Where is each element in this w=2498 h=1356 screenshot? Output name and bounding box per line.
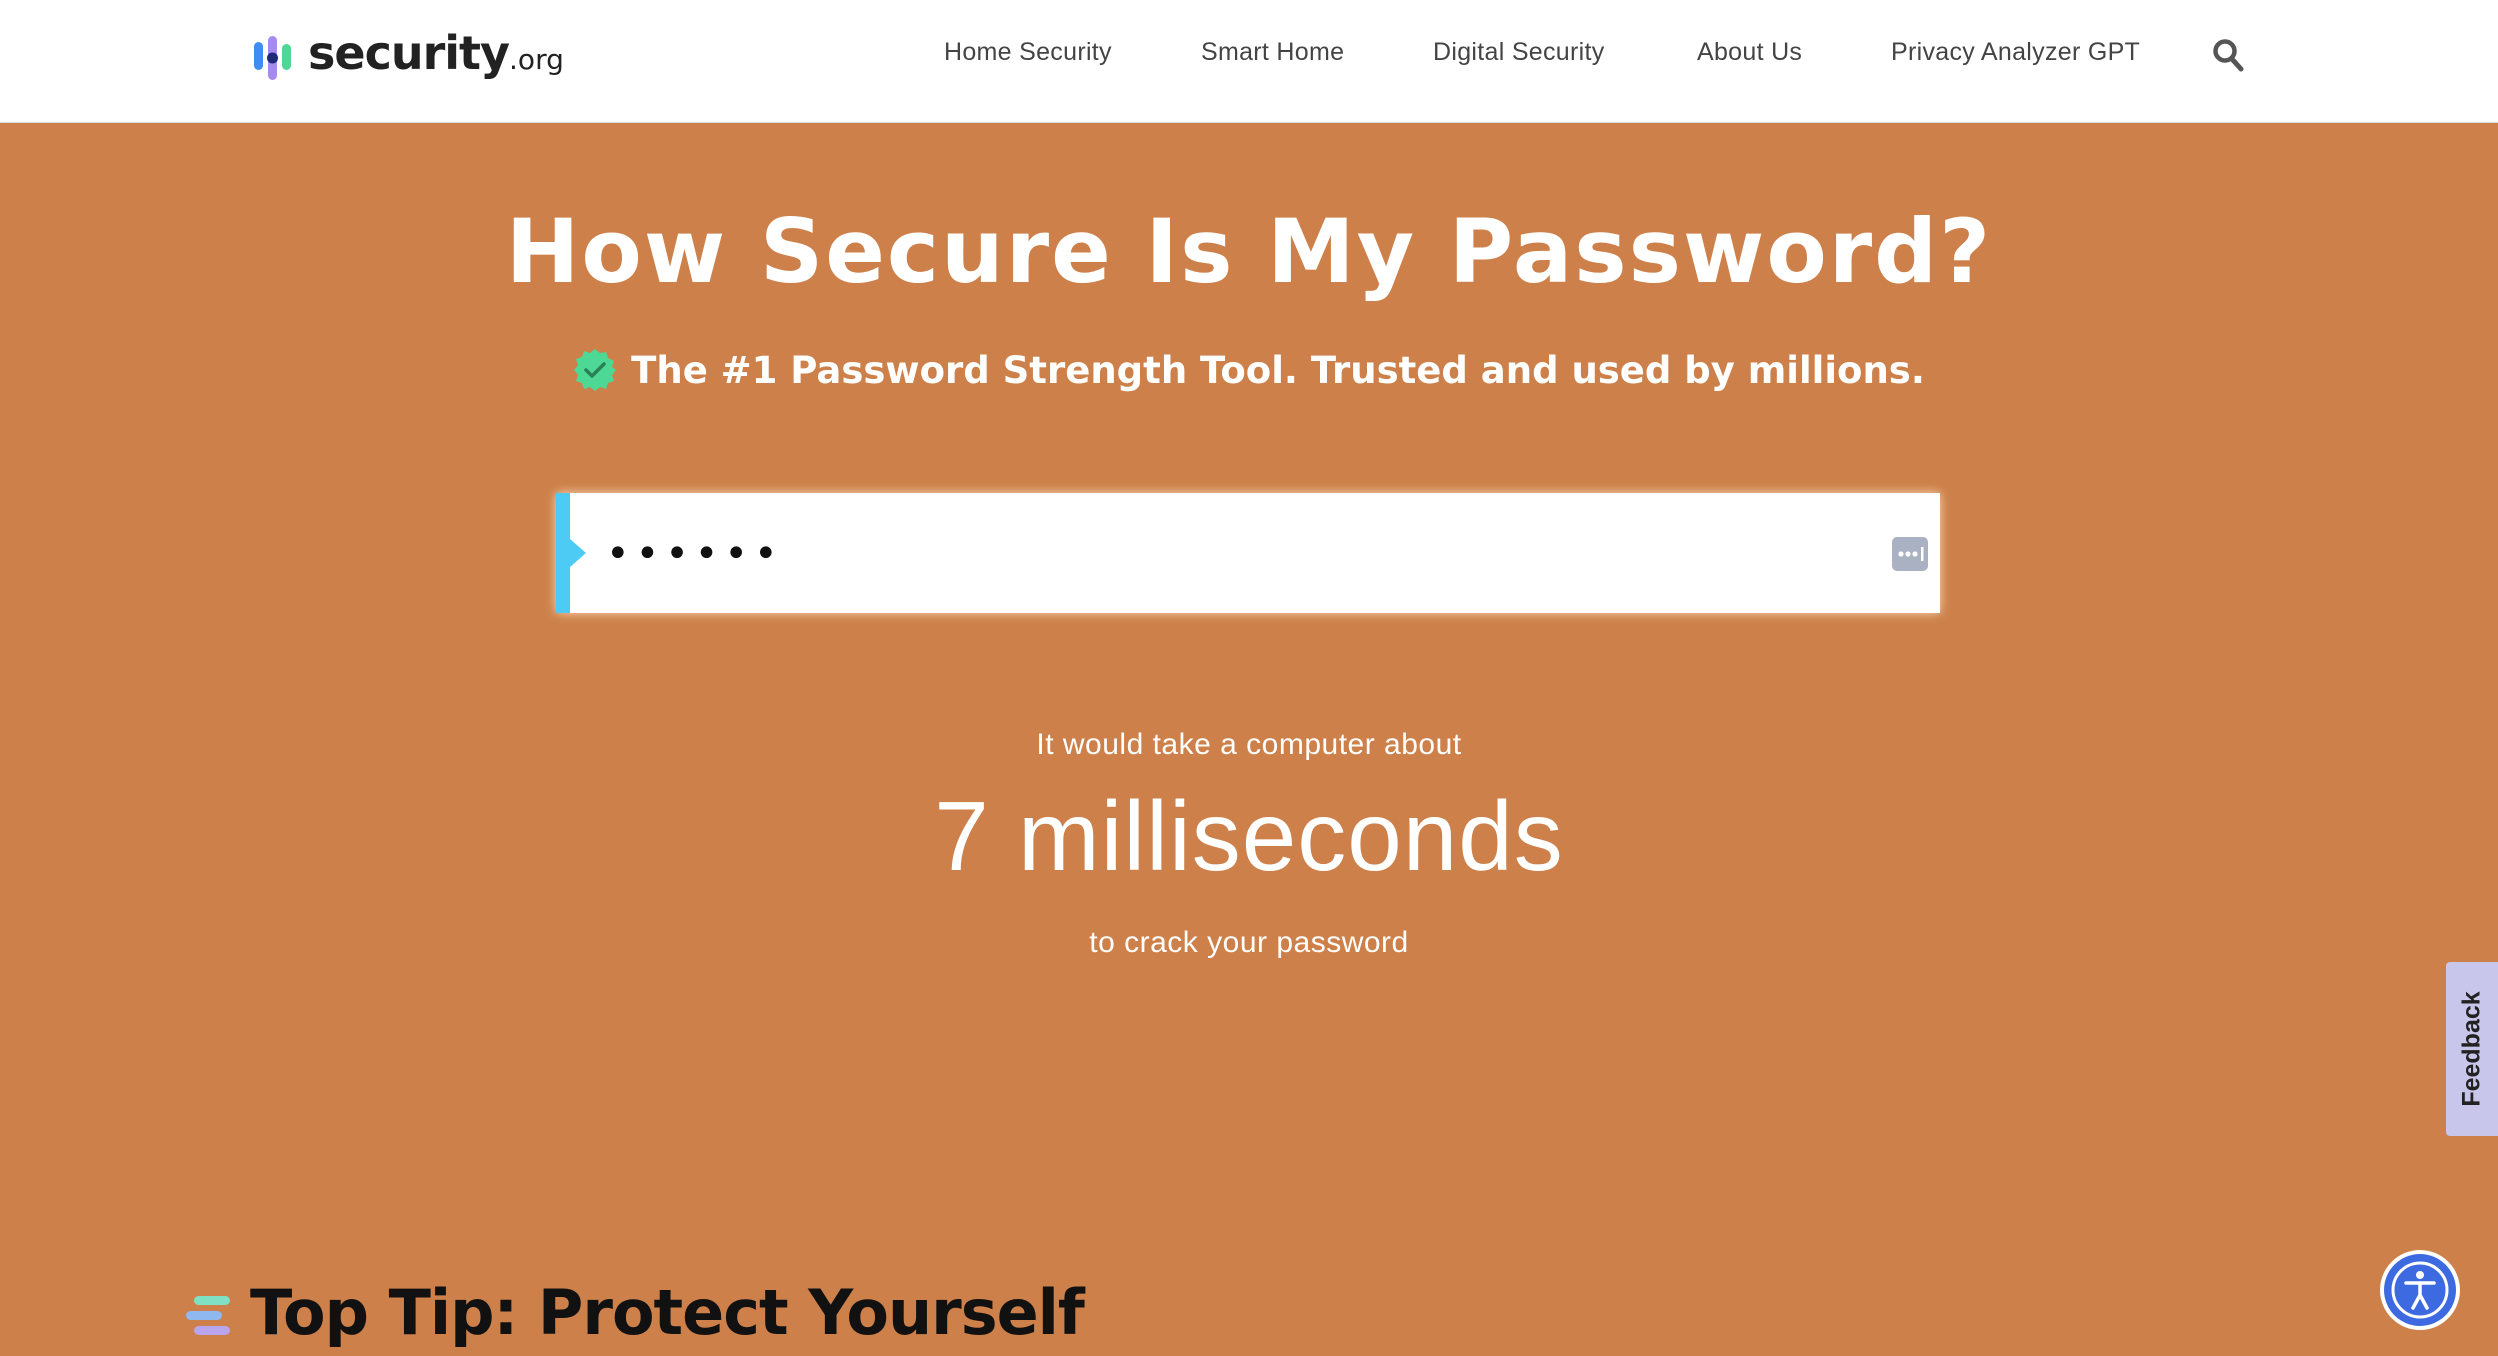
crack-time-value: 7 milliseconds	[934, 781, 1564, 891]
crack-time-intro: It would take a computer about	[1036, 728, 1462, 761]
feedback-label: Feedback	[2457, 991, 2486, 1107]
nav-privacy-analyzer-gpt[interactable]: Privacy Analyzer GPT	[1891, 38, 2140, 67]
field-accent	[556, 493, 570, 613]
crack-time-outro: to crack your password	[1089, 926, 1409, 959]
field-accent-arrow	[570, 539, 586, 567]
nav-digital-security[interactable]: Digital Security	[1433, 38, 1605, 67]
top-tip-heading: Top Tip: Protect Yourself	[250, 1276, 1085, 1349]
password-input[interactable]	[604, 513, 1808, 595]
search-icon[interactable]	[2212, 38, 2244, 72]
nav-home-security[interactable]: Home Security	[944, 38, 1112, 67]
page-title: How Secure Is My Password?	[505, 200, 1993, 303]
feedback-tab[interactable]: Feedback	[2446, 962, 2498, 1136]
verified-badge-icon	[574, 349, 617, 391]
tagline: The #1 Password Strength Tool. Trusted a…	[0, 348, 2498, 392]
tagline-text: The #1 Password Strength Tool. Trusted a…	[631, 349, 1925, 392]
site-header: security.org Home Security Smart Home Di…	[0, 0, 2498, 123]
nav-smart-home[interactable]: Smart Home	[1201, 38, 1344, 67]
accessibility-icon	[2384, 1254, 2456, 1326]
accessibility-button[interactable]	[2380, 1250, 2460, 1330]
list-lines-icon	[186, 1296, 230, 1335]
password-field[interactable]	[556, 493, 1940, 613]
nav-about-us[interactable]: About Us	[1697, 38, 1802, 67]
main-nav: Home Security Smart Home Digital Securit…	[0, 38, 2498, 78]
password-manager-icon[interactable]	[1892, 537, 1928, 571]
